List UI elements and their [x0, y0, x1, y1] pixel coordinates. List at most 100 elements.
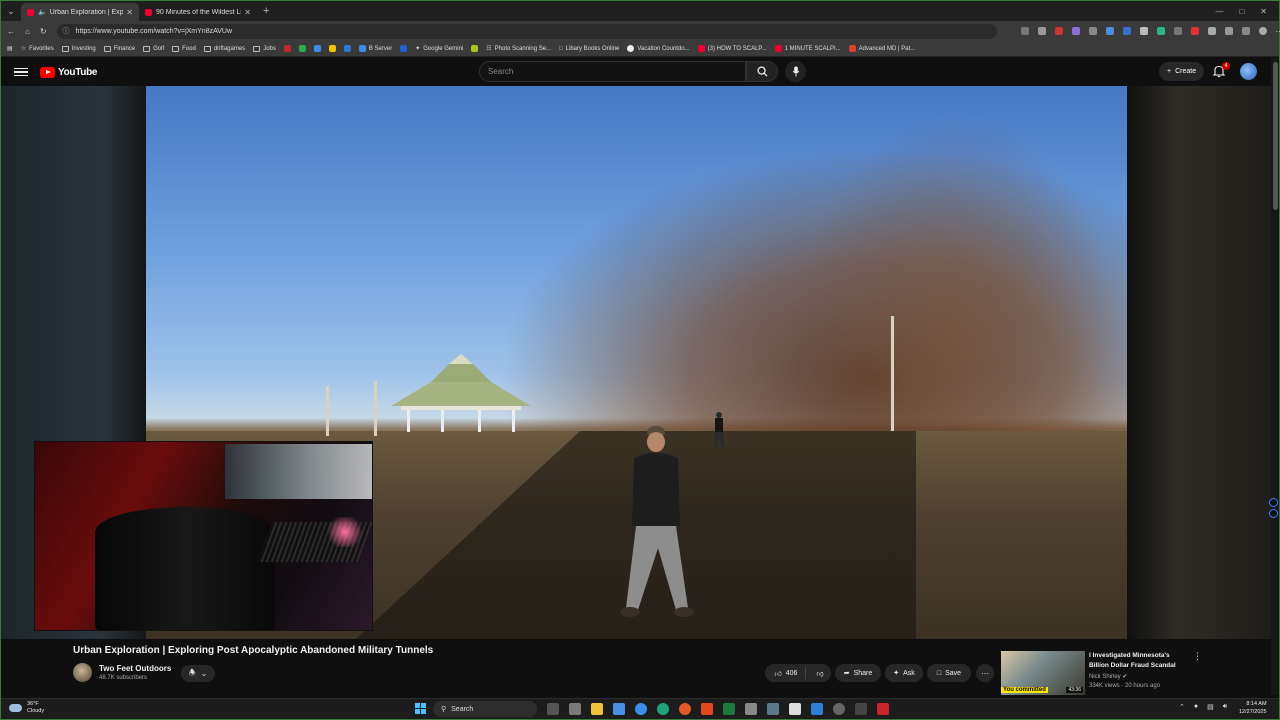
site-info-icon[interactable]: ⓘ [63, 26, 70, 36]
bookmark-golf[interactable]: Golf [143, 45, 164, 52]
refresh-icon[interactable]: ↻ [40, 27, 47, 36]
app-icon[interactable] [833, 703, 845, 715]
app-icon[interactable] [613, 703, 625, 715]
extension-icon[interactable] [1054, 26, 1063, 35]
bookmark-advanced-md[interactable]: Advanced MD | Pat... [848, 45, 915, 52]
favorite-star-icon[interactable] [1037, 26, 1046, 35]
extension-icon[interactable] [1190, 26, 1199, 35]
speaker-icon[interactable]: 🔈 [38, 8, 47, 16]
close-tab-icon[interactable]: ✕ [244, 8, 251, 17]
bookmark-site-icon[interactable] [471, 45, 479, 52]
excel-icon[interactable] [723, 703, 735, 715]
app-icon[interactable] [745, 703, 757, 715]
reader-icon[interactable] [1020, 26, 1029, 35]
settings-gear-icon[interactable] [569, 703, 581, 715]
side-panel-icon[interactable] [1269, 509, 1278, 518]
tab-wildest-live[interactable]: 90 Minutes of the Wildest Live Te ✕ [139, 3, 257, 21]
youtube-logo[interactable]: YouTube [40, 66, 98, 78]
maximize-icon[interactable]: □ [1239, 7, 1244, 16]
volume-icon[interactable]: 🔊︎ [1223, 703, 1227, 711]
home-icon[interactable]: ⌂ [25, 27, 30, 36]
more-options-icon[interactable]: ⋯ [1276, 27, 1280, 36]
bookmark-food[interactable]: Food [172, 45, 196, 52]
extension-icon[interactable] [1173, 26, 1182, 35]
page-scrollbar[interactable] [1271, 58, 1279, 695]
bookmark-site-icon[interactable] [400, 45, 408, 52]
bookmark-investing[interactable]: Investing [61, 45, 96, 52]
extension-icon[interactable] [1105, 26, 1114, 35]
tab-actions-chevron-icon[interactable]: ⌄ [1, 1, 21, 21]
bookmark-finance[interactable]: Finance [103, 45, 135, 52]
windows-start-icon[interactable] [415, 703, 426, 714]
taskbar-search[interactable]: ⚲ Search [433, 701, 537, 717]
bookmark-jobs[interactable]: Jobs [253, 45, 276, 52]
network-icon[interactable]: ▤ [1207, 703, 1214, 711]
chevron-up-icon[interactable]: ⌃ [1179, 703, 1185, 711]
firefox-icon[interactable] [679, 703, 691, 715]
file-explorer-icon[interactable] [591, 703, 603, 715]
recommended-more-options-icon[interactable]: ⋮ [1193, 651, 1202, 662]
close-tab-icon[interactable]: ✕ [126, 8, 133, 17]
bookmark-site-icon[interactable] [298, 45, 306, 52]
profile-icon[interactable] [1258, 26, 1267, 35]
collections-icon[interactable] [1241, 26, 1250, 35]
bookmark-favorites[interactable]: ☆ Favorites [21, 45, 54, 53]
recommended-video-title[interactable]: I Investigated Minnesota's Billion Dolla… [1089, 651, 1189, 671]
menu-hamburger-icon[interactable] [14, 67, 28, 77]
back-arrow-icon[interactable]: ← [7, 27, 15, 36]
side-panel-icon[interactable] [1269, 498, 1278, 507]
create-button[interactable]: + Create [1159, 62, 1205, 81]
app-icon[interactable] [855, 703, 867, 715]
recommended-channel[interactable]: Nick Shirley ✔ [1089, 673, 1127, 680]
channel-avatar[interactable] [73, 663, 92, 682]
bookmark-site-icon[interactable] [328, 45, 336, 52]
bookmark-google-gemini[interactable]: ✦ Google Gemini [415, 45, 463, 53]
recommended-video-thumbnail[interactable]: You committed 43:36 [1001, 651, 1085, 695]
bookmark-how-to-scalp[interactable]: (3) HOW TO SCALP... [697, 45, 767, 52]
share-button[interactable]: ➦ Share [835, 664, 881, 682]
ask-button[interactable]: ✦ Ask [885, 664, 923, 682]
close-window-icon[interactable]: ✕ [1260, 7, 1267, 16]
search-button[interactable] [746, 61, 778, 82]
app-icon[interactable] [811, 703, 823, 715]
bookmark-site-icon[interactable] [283, 45, 291, 52]
bookmark-photo-scanning[interactable]: ☷ Photo Scanning Se... [486, 45, 551, 53]
extension-icon[interactable] [1088, 26, 1097, 35]
subscription-notifications-button[interactable]: 🕭 ⌄ [181, 665, 215, 682]
extension-icon[interactable] [1122, 26, 1131, 35]
bookmark-driftagames[interactable]: driftagames [203, 45, 245, 52]
system-clock[interactable]: 8:14 AM 12/27/2025 [1239, 701, 1267, 716]
save-button[interactable]: □ Save [927, 664, 971, 682]
minimize-icon[interactable]: — [1215, 7, 1223, 16]
task-view-icon[interactable] [547, 703, 559, 715]
tab-urban-exploration[interactable]: 🔈 Urban Exploration | Exploring ✕ [21, 3, 139, 21]
extension-icon[interactable] [1207, 26, 1216, 35]
dislike-button[interactable]: 👎︎ [810, 669, 829, 678]
address-bar[interactable]: ⓘ https://www.youtube.com/watch?v=jXmYn8… [56, 23, 997, 39]
brave-icon[interactable] [701, 703, 713, 715]
weather-widget[interactable]: 36°F Cloudy [9, 701, 44, 715]
bookmark-b-server[interactable]: B Server [358, 45, 392, 52]
new-tab-plus-icon[interactable]: + [263, 5, 269, 17]
search-input[interactable]: Search [479, 61, 746, 82]
more-actions-icon[interactable]: ⋯ [976, 664, 994, 682]
bookmark-site-icon[interactable] [313, 45, 321, 52]
extension-icon[interactable] [1071, 26, 1080, 35]
app-icon[interactable] [767, 703, 779, 715]
bookmark-library-books[interactable]: □ Libary Books Online [559, 46, 619, 52]
extension-icon[interactable] [1156, 26, 1165, 35]
account-avatar[interactable] [1240, 63, 1257, 80]
microphone-icon[interactable]: ● [1194, 703, 1198, 711]
scrollbar-thumb[interactable] [1272, 62, 1278, 210]
channel-name[interactable]: Two Feet Outdoors [99, 664, 171, 673]
settings-gear-icon[interactable] [1224, 26, 1233, 35]
bookmark-site-icon[interactable] [343, 45, 351, 52]
extension-icon[interactable] [1139, 26, 1148, 35]
bookmark-vacation-countdown[interactable]: Vacation Countdo... [627, 45, 690, 52]
voice-search-button[interactable] [785, 61, 806, 82]
like-button[interactable]: 👍︎ 406 [766, 667, 807, 679]
app-icon[interactable] [877, 703, 889, 715]
app-icon[interactable] [635, 703, 647, 715]
collections-icon[interactable]: ▤ [7, 45, 13, 52]
bookmark-1-minute-scalping[interactable]: 1 MINUTE SCALPI... [774, 45, 841, 52]
